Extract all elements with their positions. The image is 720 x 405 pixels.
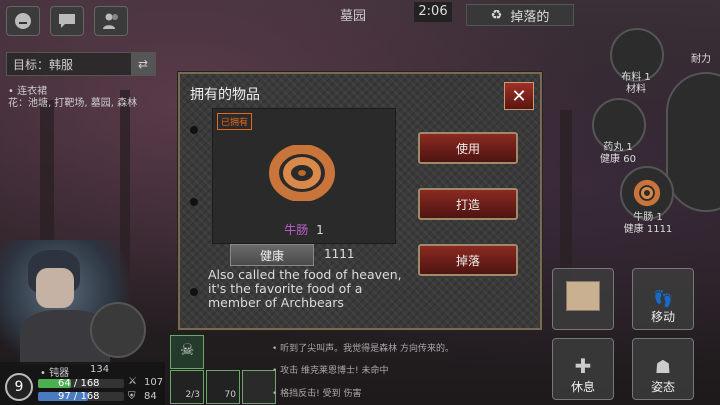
close-icon: ✕: [511, 85, 527, 107]
hp-text: 64 / 168: [58, 378, 100, 389]
craft-button[interactable]: 打造: [418, 188, 518, 220]
log-line: • 听到了尖叫声。我觉得是森林 方向传来的。: [272, 344, 455, 354]
skill-slot[interactable]: [242, 370, 276, 404]
defense-value: 84: [144, 391, 157, 402]
skill-slot[interactable]: 70: [206, 370, 240, 404]
pose-label: 姿态: [650, 380, 675, 394]
follower-line: 花：池塘, 打靶场, 墓园, 森林: [8, 98, 138, 109]
pose-button[interactable]: ☗ 姿态: [632, 338, 694, 400]
skill-count: 70: [224, 390, 236, 400]
emote-button[interactable]: [6, 6, 40, 36]
dropped-items-button[interactable]: ♻ 掉落的: [466, 4, 574, 26]
rest-label: 休息: [570, 380, 595, 394]
move-button[interactable]: 👣 移动: [632, 268, 694, 330]
weapon-label: • 钝器: [40, 368, 70, 379]
close-button[interactable]: ✕: [504, 82, 534, 110]
hand-item-slot[interactable]: [90, 302, 146, 358]
target-selector[interactable]: 目标：韩服 ⇄: [6, 52, 156, 76]
menu-dial[interactable]: [666, 72, 720, 212]
sausage-icon: [269, 145, 335, 201]
item-count: 1: [316, 223, 324, 237]
users-icon: [103, 13, 118, 29]
skill-slot[interactable]: ☠: [170, 335, 204, 369]
shield-icon: ⛨: [128, 391, 136, 402]
dialog-title: 拥有的物品: [190, 87, 260, 103]
item-name-row: 牛肠 1: [213, 221, 395, 238]
recycle-icon: ♻: [490, 7, 503, 23]
dropped-items-label: 掉落的: [510, 9, 550, 25]
face-icon: [15, 13, 31, 29]
rivet-decoration: [190, 198, 198, 206]
log-line: • 攻击 维克莱恩博士! 未命中: [272, 366, 389, 376]
side-item-sub: 材料: [626, 84, 646, 95]
attack-value: 107: [144, 377, 164, 388]
medical-cross-icon: ✚: [574, 354, 592, 378]
item-preview: 已拥有 牛肠 1: [212, 108, 396, 244]
rest-button[interactable]: ✚ 休息: [552, 338, 614, 400]
target-label: 目标：韩服: [13, 57, 74, 72]
use-button[interactable]: 使用: [418, 132, 518, 164]
stat-label: 健康: [230, 244, 314, 266]
log-line: • 格挡反击! 受到 伤害: [272, 389, 362, 399]
footprint-icon: 👣: [653, 289, 673, 308]
map-icon: [566, 281, 600, 311]
sp-text: 97 / 168: [58, 391, 100, 402]
stat-value: 1111: [324, 247, 355, 261]
stamina-label: 耐力: [691, 54, 711, 65]
swap-icon[interactable]: ⇄: [131, 53, 155, 75]
weapon-value: 134: [90, 364, 110, 375]
location-name: 墓园: [340, 9, 367, 24]
owned-tag: 已拥有: [217, 113, 253, 130]
skill-count: 2/3: [185, 390, 200, 400]
player-level: 9: [5, 373, 33, 401]
team-button[interactable]: [94, 6, 128, 36]
rivet-decoration: [190, 288, 198, 296]
sausage-icon: [633, 179, 661, 207]
side-item-sub: 健康 60: [600, 154, 636, 165]
chat-icon: [59, 14, 75, 28]
owned-items-dialog: 拥有的物品 ✕ 已拥有 牛肠 1 健康 1111 Also called the…: [178, 72, 542, 330]
game-clock: 2:06: [414, 2, 452, 22]
move-label: 移动: [650, 310, 675, 324]
chat-button[interactable]: [50, 6, 84, 36]
side-item-sub: 健康 1111: [623, 224, 673, 235]
person-icon: ☗: [654, 357, 672, 378]
map-button[interactable]: [552, 268, 614, 330]
rivet-decoration: [190, 126, 198, 134]
drop-button[interactable]: 掉落: [418, 244, 518, 276]
skull-icon: ☠: [180, 340, 195, 359]
item-name: 牛肠: [284, 223, 309, 237]
skill-slot[interactable]: 2/3: [170, 370, 204, 404]
item-description: Also called the food of heaven, it's the…: [208, 267, 402, 310]
attack-icon: ⚔: [128, 376, 137, 387]
